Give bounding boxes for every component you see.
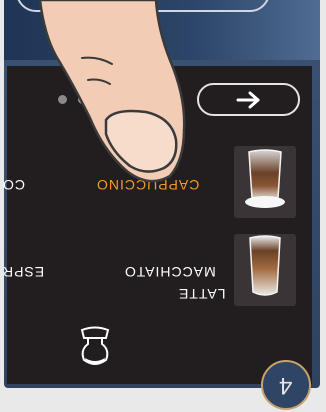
finger-overlay — [38, 0, 186, 183]
